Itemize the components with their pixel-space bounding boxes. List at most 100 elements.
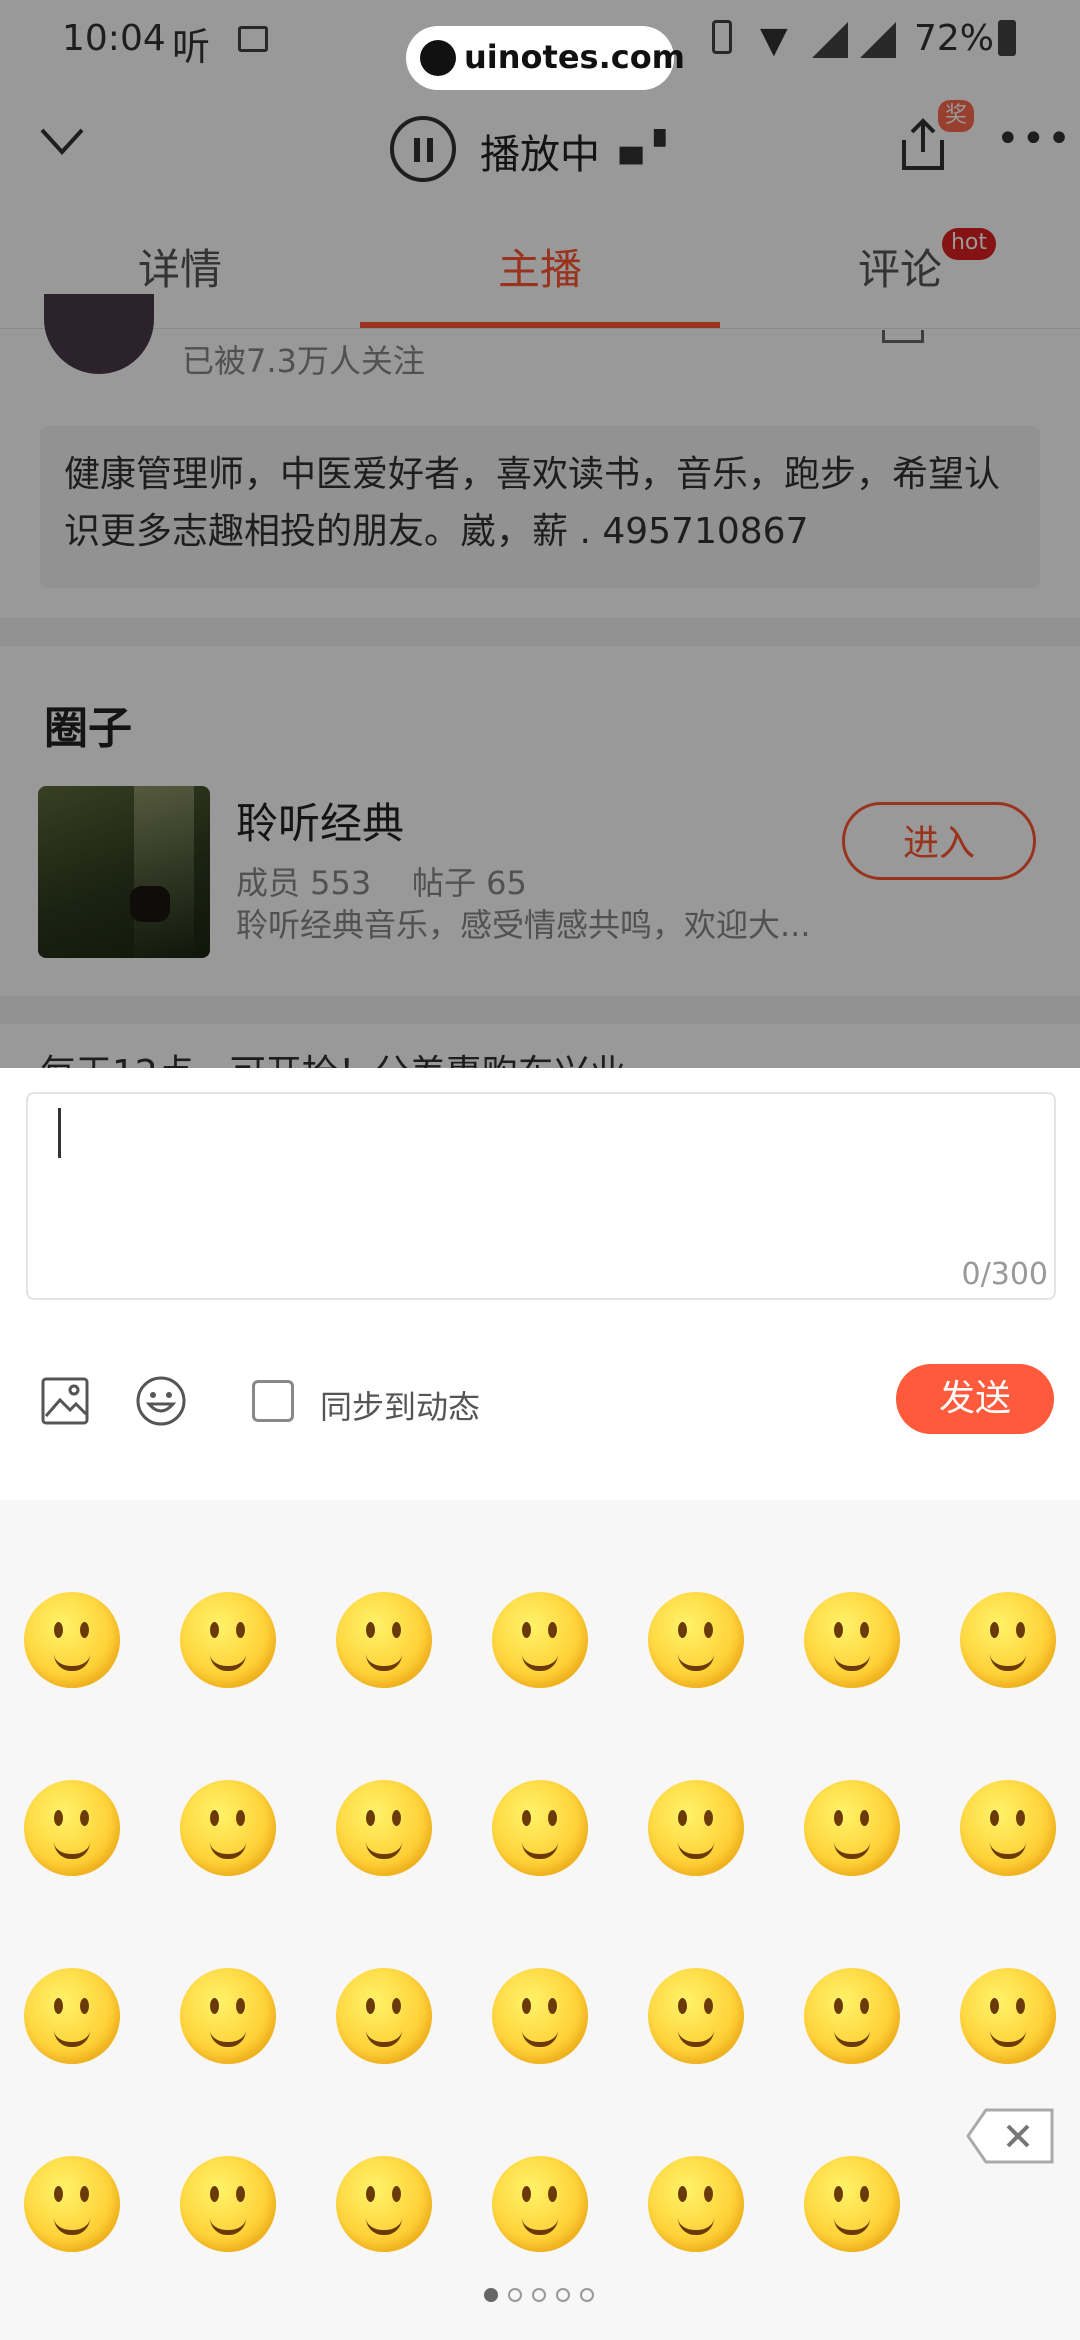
emoji-eye <box>704 1998 713 2014</box>
ponder-emoji[interactable] <box>180 2156 276 2252</box>
backspace-icon <box>966 2108 1054 2164</box>
emoji-eye <box>236 2186 245 2202</box>
dizzy-emoji[interactable] <box>648 2156 744 2252</box>
emoji-eye <box>236 1622 245 1638</box>
emoji-eye <box>678 1810 687 1826</box>
emoji-mouth <box>990 1842 1026 1859</box>
grin-emoji[interactable] <box>180 1592 276 1688</box>
question-emoji[interactable] <box>336 2156 432 2252</box>
emoji-mouth <box>210 2030 246 2047</box>
emoji-mouth <box>522 1842 558 1859</box>
emoji-eye <box>522 2186 531 2202</box>
emoji-mouth <box>678 2030 714 2047</box>
emoji-page-dot-1[interactable] <box>484 2288 498 2302</box>
sweat-emoji[interactable] <box>648 1780 744 1876</box>
cool-emoji[interactable] <box>804 1592 900 1688</box>
emoji-eye <box>522 1998 531 2014</box>
dim-overlay[interactable] <box>0 0 1080 1068</box>
watermark-badge: uinotes.com <box>406 26 685 90</box>
love-emoji[interactable] <box>492 1780 588 1876</box>
shy-emoji[interactable] <box>492 1592 588 1688</box>
backspace-button[interactable] <box>966 2108 1054 2164</box>
emoji-eye <box>990 1810 999 1826</box>
emoji-eye <box>366 1622 375 1638</box>
emoji-eye <box>80 1810 89 1826</box>
emoji-mouth <box>366 2030 402 2047</box>
emoji-eye <box>522 1810 531 1826</box>
tongue-emoji[interactable] <box>180 1780 276 1876</box>
emoji-page-dot-3[interactable] <box>532 2288 546 2302</box>
emoji-page-dot-4[interactable] <box>556 2288 570 2302</box>
emoji-mouth <box>678 1654 714 1671</box>
image-picker-icon[interactable] <box>40 1376 90 1426</box>
crying-emoji[interactable] <box>492 1968 588 2064</box>
emoji-eye <box>860 1622 869 1638</box>
emoji-eye <box>54 2186 63 2202</box>
emoji-eye <box>392 2186 401 2202</box>
shocked-emoji[interactable] <box>336 1968 432 2064</box>
emoji-eye <box>990 1622 999 1638</box>
emoji-eye <box>834 2186 843 2202</box>
mute-emoji[interactable] <box>804 1968 900 2064</box>
emoji-page-dot-2[interactable] <box>508 2288 522 2302</box>
emoji-picker-icon[interactable] <box>134 1374 188 1428</box>
angry-emoji[interactable] <box>960 1780 1056 1876</box>
sad-emoji[interactable] <box>24 1968 120 2064</box>
emoji-eye <box>366 1810 375 1826</box>
laugh-emoji[interactable] <box>336 1592 432 1688</box>
watermark-logo-icon <box>420 40 456 76</box>
emoji-mouth <box>54 2218 90 2235</box>
emoji-mouth <box>210 1654 246 1671</box>
heart-eyes-emoji[interactable] <box>336 1780 432 1876</box>
sobbing-emoji[interactable] <box>648 1968 744 2064</box>
emoji-eye <box>54 1622 63 1638</box>
emoji-eye <box>80 2186 89 2202</box>
emoji-eye <box>54 1998 63 2014</box>
watermark-text: uinotes.com <box>464 38 686 76</box>
emoji-eye <box>834 1810 843 1826</box>
emoji-page-dot-5[interactable] <box>580 2288 594 2302</box>
background-page: 10:04 听 ▼ 72% uinotes.com 播放中 ▗▖▘ 奖 ••• <box>0 0 1080 1068</box>
comment-composer: 0/300 同步到动态 发送 <box>0 1068 1080 2340</box>
emoji-panel <box>0 1500 1080 2340</box>
emoji-mouth <box>366 1654 402 1671</box>
emoji-eye <box>548 1810 557 1826</box>
emoji-eye <box>210 1998 219 2014</box>
kiss-emoji[interactable] <box>648 1592 744 1688</box>
emoji-eye <box>1016 1810 1025 1826</box>
upset-emoji[interactable] <box>960 1968 1056 2064</box>
emoji-eye <box>366 1998 375 2014</box>
thinking-emoji[interactable] <box>960 1592 1056 1688</box>
emoji-eye <box>548 2186 557 2202</box>
emoji-mouth <box>54 2030 90 2047</box>
emoji-mouth <box>522 1654 558 1671</box>
emoji-eye <box>704 2186 713 2202</box>
shush-emoji[interactable] <box>24 2156 120 2252</box>
emoji-mouth <box>834 2218 870 2235</box>
sync-label: 同步到动态 <box>320 1388 481 1426</box>
composer-toolbar: 同步到动态 发送 <box>0 1296 1080 1501</box>
emoji-eye <box>678 2186 687 2202</box>
emoji-eye <box>860 2186 869 2202</box>
emoji-eye <box>236 1810 245 1826</box>
emoji-eye <box>392 1998 401 2014</box>
annoyed-emoji[interactable] <box>804 1780 900 1876</box>
emoji-eye <box>548 1998 557 2014</box>
emoji-eye <box>80 1622 89 1638</box>
send-button[interactable]: 发送 <box>896 1364 1054 1434</box>
smile-emoji[interactable] <box>24 1592 120 1688</box>
pleading-emoji[interactable] <box>180 1968 276 2064</box>
hush-emoji[interactable] <box>492 2156 588 2252</box>
nerd-emoji[interactable] <box>804 2156 900 2252</box>
emoji-mouth <box>990 1654 1026 1671</box>
emoji-eye <box>1016 1622 1025 1638</box>
emoji-eye <box>392 1810 401 1826</box>
emoji-mouth <box>522 2030 558 2047</box>
sync-checkbox[interactable] <box>252 1380 294 1422</box>
emoji-mouth <box>210 1842 246 1859</box>
emoji-eye <box>860 1810 869 1826</box>
emoji-mouth <box>54 1842 90 1859</box>
blush-emoji[interactable] <box>24 1780 120 1876</box>
emoji-mouth <box>834 1654 870 1671</box>
comment-input[interactable]: 0/300 <box>26 1092 1056 1300</box>
